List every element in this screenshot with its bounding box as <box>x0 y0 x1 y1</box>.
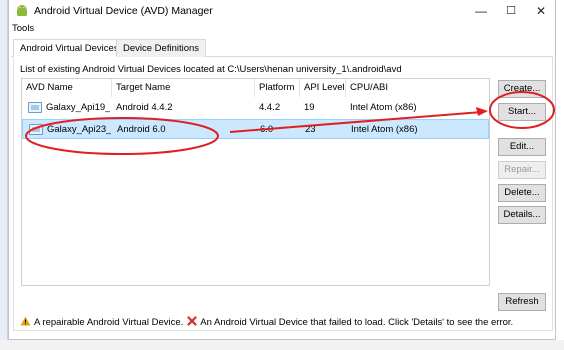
create-button[interactable]: Create... <box>498 80 546 98</box>
cell-api-level: 23 <box>305 124 316 135</box>
avd-table: AVD Name Target Name Platform API Level … <box>21 78 490 286</box>
cell-target-name: Android 4.4.2 <box>116 102 173 113</box>
column-header-avd-name[interactable]: AVD Name <box>22 79 112 97</box>
column-header-platform[interactable]: Platform <box>255 79 300 97</box>
menu-tools[interactable]: Tools <box>12 23 34 34</box>
warning-icon <box>20 316 31 326</box>
cell-cpu-abi: Intel Atom (x86) <box>351 124 418 135</box>
background-window-edge <box>0 0 8 350</box>
column-header-target-name[interactable]: Target Name <box>112 79 255 97</box>
table-row-selected[interactable]: Galaxy_Api23_... Android 6.0 6.0 23 Inte… <box>22 119 489 139</box>
column-header-api-level[interactable]: API Level <box>300 79 346 97</box>
cell-avd-name: Galaxy_Api23_... <box>47 124 111 135</box>
device-icon <box>28 102 42 113</box>
cell-platform: 4.4.2 <box>259 102 281 113</box>
status-legend: A repairable Android Virtual Device. An … <box>20 316 513 328</box>
maximize-button[interactable]: ☐ <box>497 0 525 22</box>
android-app-icon <box>17 5 27 16</box>
tab-device-definitions[interactable]: Device Definitions <box>116 39 207 57</box>
cell-avd-name: Galaxy_Api19_... <box>46 102 110 113</box>
refresh-button[interactable]: Refresh <box>498 293 546 311</box>
tab-android-virtual-devices[interactable]: Android Virtual Devices <box>13 39 126 58</box>
avd-manager-window: Android Virtual Device (AVD) Manager — ☐… <box>8 0 556 340</box>
repair-button[interactable]: Repair... <box>498 161 546 179</box>
edit-button[interactable]: Edit... <box>498 138 546 156</box>
details-button[interactable]: Details... <box>498 206 546 224</box>
repairable-legend-text: A repairable Android Virtual Device. <box>34 317 184 328</box>
table-row[interactable]: Galaxy_Api19_... Android 4.4.2 4.4.2 19 … <box>22 98 489 118</box>
start-button[interactable]: Start... <box>498 103 546 121</box>
window-title: Android Virtual Device (AVD) Manager <box>34 5 213 17</box>
cell-cpu-abi: Intel Atom (x86) <box>350 102 417 113</box>
tab-strip: Android Virtual Devices Device Definitio… <box>11 39 553 58</box>
minimize-button[interactable]: — <box>467 0 495 22</box>
cell-target-name: Android 6.0 <box>117 124 166 135</box>
title-bar: Android Virtual Device (AVD) Manager — ☐… <box>9 0 555 22</box>
avd-location-label: List of existing Android Virtual Devices… <box>20 64 402 75</box>
menu-bar: Tools <box>9 22 555 36</box>
close-button[interactable]: ✕ <box>527 0 555 22</box>
column-header-cpu-abi[interactable]: CPU/ABI <box>346 79 489 97</box>
device-icon <box>29 124 43 135</box>
background-window-strip <box>0 340 564 350</box>
error-icon <box>187 316 197 326</box>
avd-panel: List of existing Android Virtual Devices… <box>13 57 553 331</box>
cell-platform: 6.0 <box>260 124 274 135</box>
failed-legend-text: An Android Virtual Device that failed to… <box>200 317 514 328</box>
delete-button[interactable]: Delete... <box>498 184 546 202</box>
cell-api-level: 19 <box>304 102 315 113</box>
